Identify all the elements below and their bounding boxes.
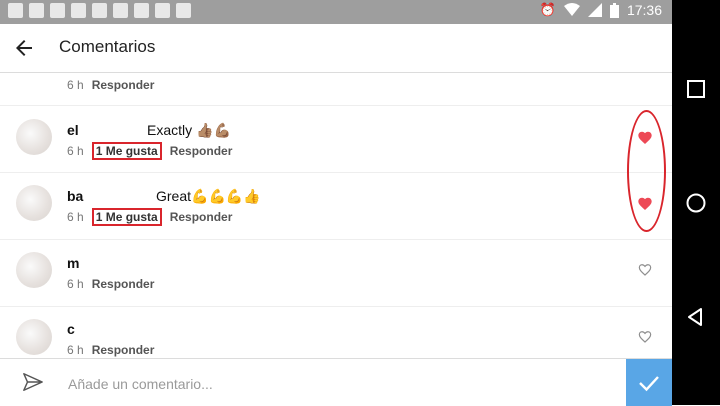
avatar[interactable] bbox=[16, 119, 52, 155]
reply-link[interactable]: Responder bbox=[170, 210, 233, 226]
cell-signal-icon bbox=[587, 3, 602, 17]
system-nav-bar bbox=[672, 0, 720, 405]
app-header: Comentarios bbox=[0, 24, 672, 73]
checkmark-icon bbox=[639, 376, 659, 392]
direct-send-icon[interactable] bbox=[22, 371, 44, 393]
annotation-oval bbox=[627, 110, 666, 232]
comment-time: 6 h bbox=[67, 343, 84, 357]
comment-meta: 6 h 1 Me gusta Responder bbox=[67, 208, 233, 226]
recents-icon[interactable] bbox=[684, 77, 708, 101]
chat-icon bbox=[113, 3, 128, 18]
notification-icons bbox=[8, 3, 191, 18]
reply-link[interactable]: Responder bbox=[92, 277, 155, 291]
post-comment-button[interactable] bbox=[626, 359, 672, 406]
avatar[interactable] bbox=[16, 252, 52, 288]
reply-link[interactable]: Responder bbox=[92, 343, 155, 357]
linkedin-icon bbox=[134, 3, 149, 18]
comment-meta: 6 h 1 Me gusta Responder bbox=[67, 142, 233, 160]
comment-row: 6 h Responder bbox=[0, 72, 672, 106]
comment-username[interactable]: m bbox=[67, 255, 79, 271]
gallery-icon bbox=[155, 3, 170, 18]
status-bar: ⏰ 17:36 bbox=[0, 0, 672, 24]
avatar[interactable] bbox=[16, 185, 52, 221]
comment-row: m 6 h Responder bbox=[0, 240, 672, 307]
comment-username[interactable]: ba bbox=[67, 188, 83, 204]
comment-row: el Exactly 👍🏽💪🏽 6 h 1 Me gusta Responder bbox=[0, 106, 672, 173]
avatar[interactable] bbox=[16, 319, 52, 355]
comment-text: Great💪💪💪👍 bbox=[156, 188, 261, 204]
reply-link[interactable]: Responder bbox=[92, 78, 155, 92]
back-icon[interactable] bbox=[684, 305, 708, 329]
calendar-date-icon bbox=[50, 3, 65, 18]
comment-time: 6 h bbox=[67, 144, 84, 158]
like-count-link[interactable]: 1 Me gusta bbox=[91, 142, 162, 160]
flipboard-icon bbox=[176, 3, 191, 18]
comment-composer bbox=[0, 358, 672, 406]
comment-text: Exactly 👍🏽💪🏽 bbox=[147, 122, 231, 138]
alarm-icon: ⏰ bbox=[539, 2, 556, 17]
heart-outline-icon[interactable] bbox=[637, 329, 653, 345]
comment-row: c 6 h Responder bbox=[0, 307, 672, 358]
home-icon[interactable] bbox=[684, 191, 708, 215]
comment-time: 6 h bbox=[67, 210, 84, 224]
clock: 17:36 bbox=[626, 2, 662, 18]
telegram-icon bbox=[29, 3, 44, 18]
page-title: Comentarios bbox=[59, 37, 156, 56]
calendar-icon bbox=[8, 3, 23, 18]
comment-time: 6 h bbox=[67, 277, 84, 291]
back-arrow-icon[interactable] bbox=[12, 36, 36, 60]
tumblr-icon bbox=[92, 3, 107, 18]
reply-link[interactable]: Responder bbox=[170, 144, 233, 160]
comment-username[interactable]: c bbox=[67, 321, 75, 337]
wifi-icon bbox=[563, 3, 580, 16]
comment-list[interactable]: 6 h Responder el Exactly 👍🏽💪🏽 6 h 1 Me g… bbox=[0, 72, 672, 358]
gmail-icon bbox=[71, 3, 86, 18]
comment-input[interactable] bbox=[66, 373, 610, 395]
battery-icon bbox=[609, 2, 619, 18]
system-status: ⏰ 17:36 bbox=[540, 2, 662, 18]
comment-time: 6 h bbox=[67, 78, 84, 92]
comment-meta: 6 h Responder bbox=[67, 277, 154, 291]
like-count-link[interactable]: 1 Me gusta bbox=[91, 208, 162, 226]
comment-meta: 6 h Responder bbox=[67, 343, 154, 357]
comment-username[interactable]: el bbox=[67, 122, 79, 138]
comment-meta: 6 h Responder bbox=[67, 78, 154, 92]
heart-outline-icon[interactable] bbox=[637, 262, 653, 278]
comment-row: ba Great💪💪💪👍 6 h 1 Me gusta Responder bbox=[0, 173, 672, 240]
